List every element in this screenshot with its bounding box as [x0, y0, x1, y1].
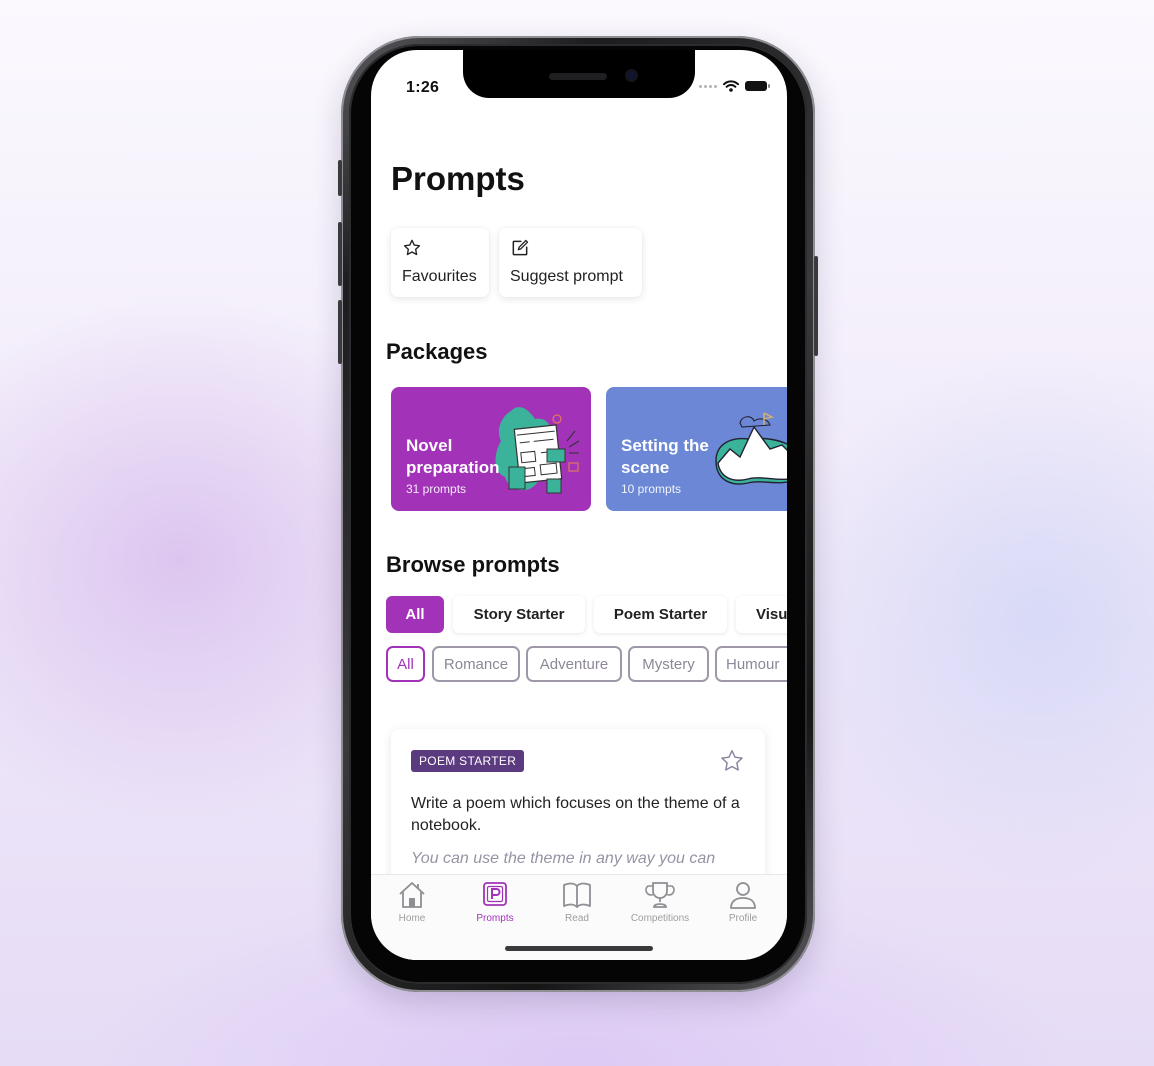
genre-tag-adventure[interactable]: Adventure	[526, 646, 622, 682]
package-count: 31 prompts	[406, 482, 467, 496]
package-title: Novel preparation	[406, 436, 500, 477]
volume-up-button	[338, 222, 342, 286]
type-chip-poem-starter[interactable]: Poem Starter	[594, 596, 727, 633]
package-card-novel-preparation[interactable]: Novel preparation 31 prompts	[391, 387, 591, 511]
favourites-label: Favourites	[402, 268, 477, 285]
status-time: 1:26	[406, 79, 440, 96]
front-camera	[627, 71, 636, 80]
power-button	[814, 256, 818, 356]
prompt-hint: You can use the theme in any way you can	[411, 850, 716, 867]
tab-label: Read	[565, 913, 589, 924]
favourite-star-icon[interactable]	[719, 748, 745, 774]
star-outline-icon	[403, 239, 421, 256]
home-indicator[interactable]	[505, 946, 653, 951]
browse-prompts-heading: Browse prompts	[386, 552, 560, 577]
suggest-prompt-label: Suggest prompt	[510, 268, 623, 285]
prompt-text: Write a poem which focuses on the theme …	[411, 795, 740, 834]
edit-square-icon	[512, 239, 529, 256]
tab-label: Prompts	[476, 913, 514, 924]
signal-icon	[699, 84, 717, 88]
page-title: Prompts	[391, 160, 525, 197]
tab-label: Profile	[728, 913, 758, 924]
app-screen: 1:26 Prompts Favourites Suggest prompt P…	[371, 50, 787, 960]
mute-switch	[338, 160, 342, 196]
status-icons	[699, 80, 770, 92]
type-chip-all[interactable]: All	[386, 596, 444, 633]
tab-profile[interactable]: Profile	[703, 879, 783, 929]
package-title: Setting the scene	[621, 436, 709, 477]
trophy-icon	[645, 882, 675, 908]
package-count: 10 prompts	[621, 482, 682, 496]
type-chip-story-starter[interactable]: Story Starter	[453, 596, 585, 633]
genre-tag-all[interactable]: All	[386, 646, 425, 682]
tab-read[interactable]: Read	[537, 879, 617, 929]
genre-tag-romance[interactable]: Romance	[432, 646, 520, 682]
prompts-p-icon	[483, 882, 507, 906]
package-card-setting-the-scene[interactable]: Setting the scene 10 prompts	[606, 387, 787, 511]
prompt-type-badge: POEM STARTER	[411, 750, 525, 772]
home-icon	[399, 882, 425, 908]
tab-competitions[interactable]: Competitions	[620, 879, 700, 929]
suggest-prompt-button[interactable]: Suggest prompt	[499, 228, 642, 297]
notch	[463, 50, 695, 98]
volume-down-button	[338, 300, 342, 364]
speaker	[549, 73, 607, 80]
genre-tag-humour[interactable]: Humour	[715, 646, 787, 682]
wifi-icon	[723, 80, 739, 92]
tab-prompts[interactable]: Prompts	[455, 879, 535, 929]
type-chip-visual[interactable]: Visu	[736, 596, 787, 633]
battery-icon	[745, 81, 770, 91]
person-icon	[730, 882, 756, 909]
tab-label: Competitions	[630, 913, 690, 924]
tab-home[interactable]: Home	[372, 879, 452, 929]
book-icon	[563, 882, 591, 908]
packages-heading: Packages	[386, 339, 488, 364]
genre-tag-mystery[interactable]: Mystery	[628, 646, 709, 682]
tab-label: Home	[398, 913, 426, 924]
favourites-button[interactable]: Favourites	[391, 228, 489, 297]
